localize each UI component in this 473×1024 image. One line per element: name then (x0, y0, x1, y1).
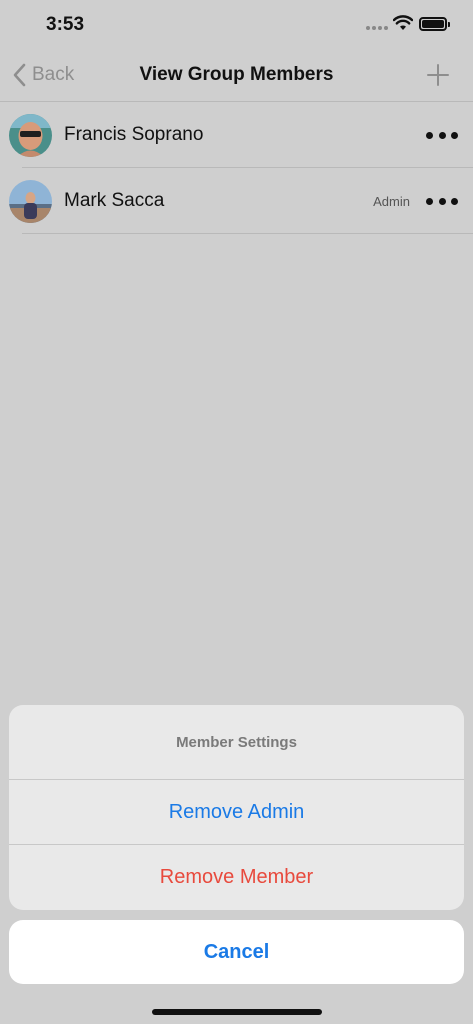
home-indicator[interactable] (152, 1009, 322, 1015)
page-title: View Group Members (139, 64, 334, 85)
status-time: 3:53 (46, 14, 85, 35)
remove-admin-button[interactable]: Remove Admin (9, 780, 464, 845)
role-badge: Admin (373, 194, 410, 209)
action-sheet-title: Member Settings (9, 705, 464, 780)
more-options-icon[interactable] (426, 127, 458, 143)
avatar (9, 114, 52, 157)
more-options-icon[interactable] (426, 193, 458, 209)
member-name: Francis Soprano (64, 124, 204, 145)
action-sheet: Member Settings Remove Admin Remove Memb… (9, 705, 464, 910)
divider (22, 233, 473, 234)
cancel-button[interactable]: Cancel (9, 920, 464, 984)
avatar (9, 180, 52, 223)
nav-bar: Back View Group Members (0, 48, 473, 102)
remove-member-button[interactable]: Remove Member (9, 845, 464, 910)
plus-icon[interactable] (425, 62, 451, 88)
member-name: Mark Sacca (64, 190, 165, 211)
wifi-icon (393, 15, 413, 30)
status-bar: 3:53 (0, 0, 473, 48)
cellular-signal-icon (366, 26, 388, 30)
member-row[interactable]: Francis Soprano (0, 102, 473, 168)
battery-icon (419, 17, 450, 31)
member-row[interactable]: Mark Sacca Admin (0, 168, 473, 234)
